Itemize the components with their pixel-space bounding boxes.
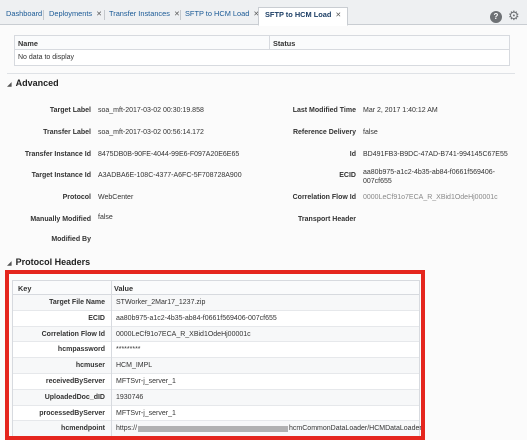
target-instance-id-value: A3ADBA6E-108C-4377-A6FC-5F708728A900 — [98, 172, 242, 179]
help-icon[interactable]: ? — [490, 11, 502, 23]
reference-delivery-label: Reference Delivery — [292, 129, 356, 136]
target-label-value: soa_mft-2017-03-02 00:30:19.858 — [98, 107, 204, 114]
tab-divider — [43, 10, 44, 20]
tab-label: Transfer Instances — [109, 9, 170, 18]
reference-delivery-value: false — [363, 129, 378, 136]
advanced-section-header[interactable]: ◢ Advanced — [7, 73, 515, 91]
correlation-flow-id-label: Correlation Flow Id — [292, 194, 356, 201]
collapse-triangle-icon[interactable]: ◢ — [7, 260, 12, 267]
name-status-table: Name Status No data to display — [14, 35, 510, 66]
transfer-label-label: Transfer Label — [43, 129, 91, 136]
section-title: Protocol Headers — [15, 257, 91, 267]
table-header: Name Status — [15, 36, 509, 50]
ecid-value: aa80b975-a1c2-4b35-ab84-f0661f569406-007… — [363, 169, 495, 185]
tab-bar: Dashboard Deployments ✕ Transfer Instance… — [0, 0, 527, 26]
ecid-label: ECID — [339, 172, 356, 179]
tab-dashboard[interactable]: Dashboard — [6, 9, 42, 25]
tab-sftp-to-hcm-load-active[interactable]: SFTP to HCM Load ✕ — [258, 7, 349, 26]
column-header-name[interactable]: Name — [18, 39, 38, 48]
target-label-label: Target Label — [49, 107, 91, 114]
column-header-status[interactable]: Status — [273, 39, 295, 48]
column-divider — [269, 36, 270, 50]
manually-modified-label: Manually Modified — [30, 216, 91, 223]
last-modified-time-value: Mar 2, 2017 1:40:12 AM — [363, 107, 438, 114]
tab-label: SFTP to HCM Load — [185, 9, 250, 18]
protocol-headers-section-header[interactable]: ◢ Protocol Headers — [7, 253, 515, 271]
empty-message: No data to display — [18, 54, 75, 61]
collapse-triangle-icon[interactable]: ◢ — [7, 81, 12, 88]
transfer-instance-id-value: 8475DB0B-90FE-4044-99E6-F097A20E6E65 — [98, 151, 240, 158]
id-label: Id — [349, 151, 356, 158]
transfer-instance-id-label: Transfer Instance Id — [24, 151, 91, 158]
tab-label: Deployments — [49, 9, 93, 18]
tab-divider — [104, 10, 105, 20]
transfer-label-value: soa_mft-2017-03-02 00:56:14.172 — [98, 129, 204, 136]
close-icon[interactable]: ✕ — [96, 11, 102, 18]
tab-divider — [180, 10, 181, 20]
modified-by-label: Modified By — [51, 236, 91, 243]
highlight-box — [5, 270, 425, 440]
tab-label: SFTP to HCM Load — [265, 10, 332, 19]
close-icon[interactable]: ✕ — [174, 11, 180, 18]
id-value: BD491FB3-B9DC-47AD-B741-994145C67E55 — [363, 151, 508, 158]
section-title: Advanced — [15, 78, 59, 88]
tab-deployments[interactable]: Deployments ✕ — [49, 9, 102, 25]
transport-header-label: Transport Header — [298, 216, 356, 223]
manually-modified-value: false — [98, 214, 113, 221]
correlation-flow-id-value: 0000LeCf91o7ECA_R_XBid1OdeHj00001c — [363, 194, 498, 201]
protocol-label: Protocol — [62, 194, 91, 201]
target-instance-id-label: Target Instance Id — [31, 172, 91, 179]
tab-label: Dashboard — [6, 9, 43, 18]
last-modified-time-label: Last Modified Time — [292, 107, 356, 114]
protocol-value: WebCenter — [98, 194, 134, 201]
close-icon[interactable]: ✕ — [335, 12, 341, 19]
tab-sftp-to-hcm-load-1[interactable]: SFTP to HCM Load ✕ — [185, 9, 259, 25]
tab-transfer-instances[interactable]: Transfer Instances ✕ — [109, 9, 180, 25]
gear-icon[interactable]: ⚙ — [508, 8, 520, 24]
